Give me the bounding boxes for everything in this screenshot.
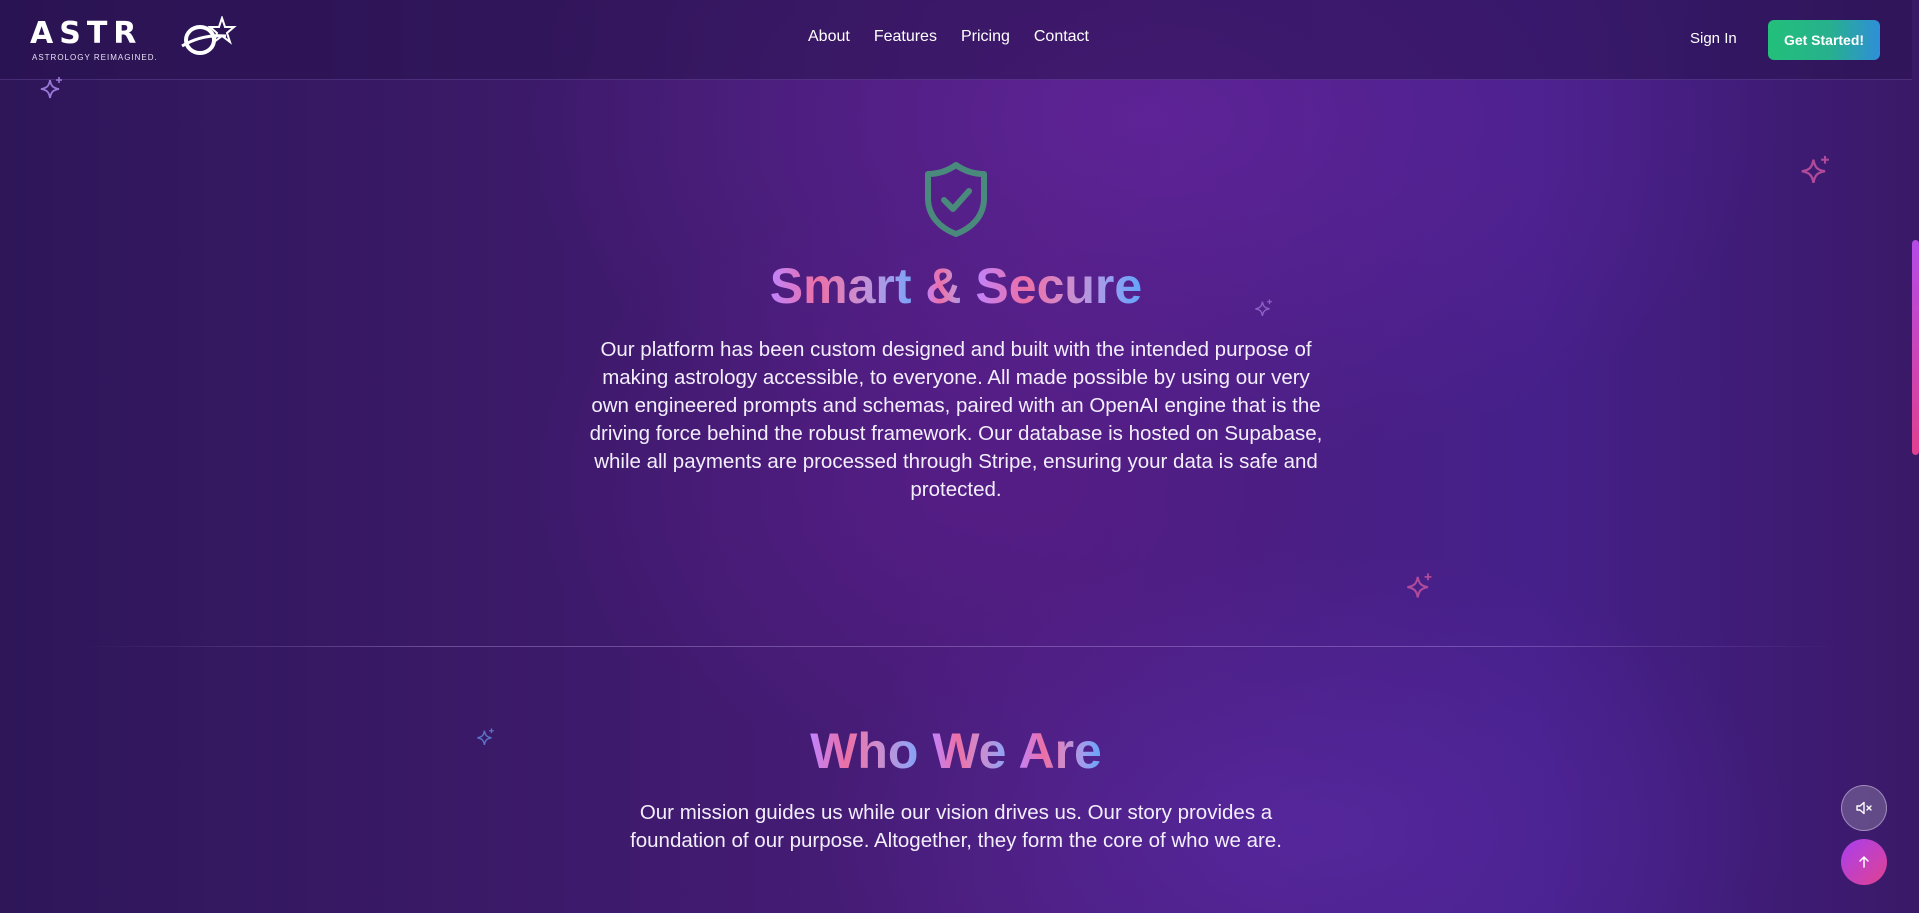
who-we-are-section: Who We Are Our mission guides us while o… (0, 647, 1912, 913)
get-started-button[interactable]: Get Started! (1768, 20, 1880, 60)
title-part: Who (810, 723, 933, 779)
logo-tagline: ASTROLOGY REIMAGINED. (32, 53, 158, 62)
arrow-up-icon (1859, 856, 1869, 868)
title-part: Smart (769, 258, 926, 314)
shield-check-icon (925, 162, 987, 237)
logo-wordmark: ASTR (30, 16, 143, 51)
nav-link-pricing[interactable]: Pricing (961, 28, 1010, 46)
nav-link-contact[interactable]: Contact (1034, 28, 1089, 46)
who-we-are-title: Who We Are (0, 721, 1912, 781)
speaker-muted-icon (1856, 801, 1872, 815)
smart-secure-title: Smart & Secure (0, 256, 1912, 316)
site-header: ASTR ASTROLOGY REIMAGINED. About Feature… (0, 0, 1912, 80)
page-scrollbar[interactable] (1912, 0, 1919, 913)
scrollbar-thumb[interactable] (1912, 240, 1919, 455)
sign-in-link[interactable]: Sign In (1690, 30, 1737, 47)
title-part: & (925, 258, 976, 314)
scroll-to-top-button[interactable] (1841, 839, 1887, 885)
mute-button[interactable] (1841, 785, 1887, 831)
smart-secure-description: Our platform has been custom designed an… (589, 338, 1323, 501)
who-we-are-description: Our mission guides us while our vision d… (630, 801, 1282, 852)
title-part: We (932, 723, 1019, 779)
nav-link-about[interactable]: About (808, 28, 850, 46)
title-part: Are (1018, 723, 1102, 779)
smart-secure-section: Smart & Secure Our platform has been cus… (0, 80, 1912, 646)
logo-planet-star-icon (181, 16, 237, 55)
main-nav: About Features Pricing Contact (808, 28, 1089, 46)
nav-link-features[interactable]: Features (874, 28, 937, 46)
title-part: Secure (975, 258, 1143, 314)
logo[interactable]: ASTR ASTROLOGY REIMAGINED. (30, 16, 237, 66)
